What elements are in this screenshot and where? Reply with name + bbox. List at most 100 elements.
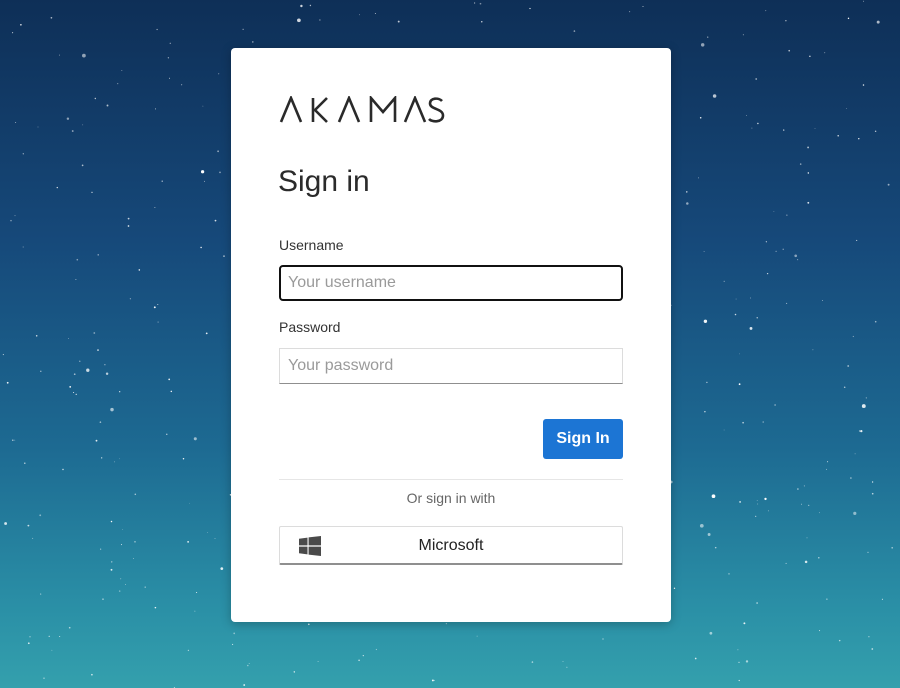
microsoft-signin-button[interactable]: Microsoft xyxy=(279,526,623,565)
star xyxy=(37,126,39,128)
star xyxy=(114,461,116,463)
star xyxy=(2,354,4,356)
star xyxy=(232,643,234,645)
star xyxy=(743,622,746,625)
star xyxy=(68,338,69,339)
star xyxy=(99,421,102,423)
star xyxy=(56,186,58,189)
star xyxy=(242,28,244,30)
star xyxy=(809,55,811,57)
star xyxy=(786,214,788,216)
star xyxy=(93,332,96,334)
star xyxy=(709,631,713,635)
password-input[interactable] xyxy=(279,348,623,384)
star xyxy=(397,20,400,23)
star xyxy=(110,520,113,523)
star xyxy=(807,146,810,149)
star xyxy=(62,468,64,471)
star xyxy=(154,108,157,110)
star xyxy=(6,381,9,384)
star xyxy=(738,679,740,682)
star xyxy=(15,121,17,124)
star xyxy=(200,246,202,249)
star xyxy=(129,298,132,300)
star xyxy=(166,433,168,435)
star xyxy=(119,458,120,460)
star xyxy=(853,511,857,515)
star xyxy=(699,117,702,119)
star xyxy=(243,684,246,686)
star xyxy=(76,258,79,261)
star xyxy=(860,429,863,433)
star xyxy=(110,407,114,412)
star xyxy=(134,493,137,496)
star xyxy=(742,34,744,36)
star xyxy=(697,177,700,179)
star xyxy=(218,73,220,75)
star xyxy=(59,636,61,637)
star xyxy=(756,317,758,319)
star xyxy=(797,259,799,261)
star xyxy=(846,108,848,109)
star xyxy=(706,381,708,384)
star xyxy=(181,84,183,86)
sign-in-button[interactable]: Sign In xyxy=(543,419,623,459)
star xyxy=(375,648,378,651)
star xyxy=(806,537,808,539)
star xyxy=(202,105,204,107)
star xyxy=(794,254,798,258)
star xyxy=(97,349,99,352)
star xyxy=(81,164,84,167)
star xyxy=(91,191,93,193)
star xyxy=(876,20,880,24)
star xyxy=(723,280,725,283)
star xyxy=(822,299,824,301)
star xyxy=(106,104,109,107)
star xyxy=(24,462,26,464)
star xyxy=(168,378,171,381)
star xyxy=(824,52,826,54)
star xyxy=(102,598,104,600)
star xyxy=(865,397,867,399)
star xyxy=(861,404,866,409)
star xyxy=(891,546,894,549)
star xyxy=(476,635,478,637)
star xyxy=(479,2,482,5)
username-input[interactable] xyxy=(279,265,623,301)
star xyxy=(120,544,123,546)
star xyxy=(755,515,757,518)
star xyxy=(68,626,71,629)
star xyxy=(248,663,250,664)
star xyxy=(700,43,705,47)
star xyxy=(739,500,742,503)
star xyxy=(35,335,38,337)
star xyxy=(714,546,717,549)
star xyxy=(204,180,205,182)
star xyxy=(297,18,301,23)
star xyxy=(765,10,767,12)
star xyxy=(214,538,216,539)
star xyxy=(756,602,758,604)
star xyxy=(300,4,303,8)
star xyxy=(850,477,852,479)
star xyxy=(473,2,476,4)
star xyxy=(119,391,121,393)
star xyxy=(134,540,136,543)
star xyxy=(193,437,197,441)
star xyxy=(100,548,102,550)
star xyxy=(79,360,81,362)
star xyxy=(694,657,697,660)
star xyxy=(27,524,30,527)
star xyxy=(120,578,122,580)
star xyxy=(847,365,850,367)
star xyxy=(122,529,124,530)
star xyxy=(111,561,113,563)
star xyxy=(739,353,740,355)
star xyxy=(843,386,846,388)
star xyxy=(818,512,820,514)
star xyxy=(169,77,170,79)
star xyxy=(194,610,196,612)
star xyxy=(673,587,676,589)
star xyxy=(182,458,185,460)
star xyxy=(205,332,208,335)
